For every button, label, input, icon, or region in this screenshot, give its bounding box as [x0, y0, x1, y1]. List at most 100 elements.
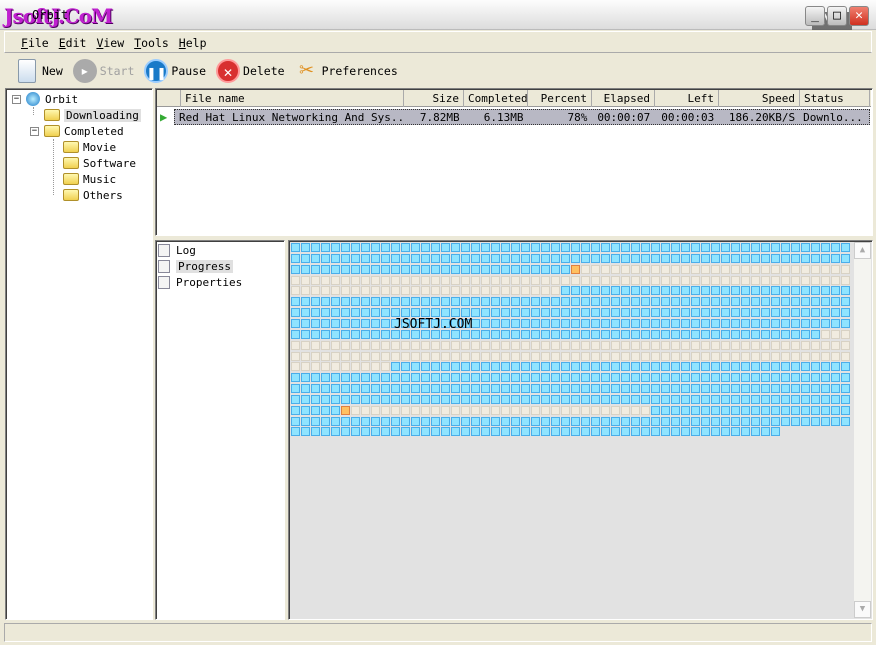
col-left[interactable]: Left: [655, 90, 719, 107]
segment-downloaded: [731, 373, 740, 383]
menu-edit[interactable]: Edit: [57, 32, 95, 52]
segment-downloaded: [421, 297, 430, 307]
tree-item-movie[interactable]: Movie: [63, 139, 116, 155]
col-percent[interactable]: Percent: [528, 90, 592, 107]
segment-pending: [411, 286, 420, 296]
segment-downloaded: [441, 297, 450, 307]
view-properties[interactable]: Properties: [158, 276, 242, 289]
start-button[interactable]: ▸ Start: [72, 59, 134, 83]
segment-downloaded: [441, 308, 450, 318]
segment-downloaded: [621, 394, 630, 404]
tree-item-orbit[interactable]: Orbit: [26, 91, 78, 107]
segment-downloaded: [291, 405, 300, 415]
segment-downloaded: [771, 427, 780, 437]
segment-downloaded: [691, 362, 700, 372]
close-button[interactable]: ✕: [849, 6, 869, 26]
view-log[interactable]: Log: [158, 244, 196, 257]
segment-downloaded: [771, 416, 780, 426]
segment-downloaded: [541, 394, 550, 404]
segment-downloaded: [351, 264, 360, 274]
segment-downloaded: [621, 384, 630, 394]
col-status[interactable]: Status: [800, 90, 870, 107]
segment-downloaded: [411, 427, 420, 437]
segment-downloaded: [561, 427, 570, 437]
new-button[interactable]: New: [18, 59, 63, 83]
log-icon: [158, 244, 170, 257]
segment-downloaded: [321, 253, 330, 263]
segment-downloaded: [291, 373, 300, 383]
segment-downloaded: [481, 308, 490, 318]
segment-downloaded: [401, 394, 410, 404]
delete-button[interactable]: ✕ Delete: [216, 59, 285, 83]
scroll-down-button[interactable]: ▼: [854, 601, 871, 618]
segment-downloaded: [731, 384, 740, 394]
collapse-toggle[interactable]: −: [12, 95, 21, 104]
segment-downloaded: [751, 318, 760, 328]
vertical-scrollbar[interactable]: ▲ ▼: [854, 242, 871, 618]
scroll-up-button[interactable]: ▲: [854, 242, 871, 259]
segment-pending: [611, 340, 620, 350]
menu-file[interactable]: File: [19, 32, 57, 52]
segment-pending: [331, 340, 340, 350]
col-size[interactable]: Size: [404, 90, 464, 107]
segment-downloaded: [751, 405, 760, 415]
segment-pending: [551, 286, 560, 296]
segment-downloaded: [461, 243, 470, 252]
segment-pending: [371, 286, 380, 296]
menu-help[interactable]: Help: [177, 32, 215, 52]
segment-downloaded: [421, 384, 430, 394]
col-completed[interactable]: Completed: [464, 90, 528, 107]
segment-downloaded: [801, 405, 810, 415]
tree-item-completed[interactable]: Completed: [44, 123, 124, 139]
segment-downloaded: [631, 427, 640, 437]
segment-downloaded: [461, 384, 470, 394]
segment-downloaded: [321, 329, 330, 339]
menu-tools[interactable]: Tools: [132, 32, 177, 52]
segment-pending: [331, 275, 340, 285]
menu-view[interactable]: View: [94, 32, 132, 52]
col-file-name[interactable]: File name: [181, 90, 404, 107]
view-progress[interactable]: Progress: [158, 260, 233, 273]
segment-downloaded: [701, 405, 710, 415]
segment-downloaded: [831, 286, 840, 296]
segment-downloaded: [351, 253, 360, 263]
collapse-toggle[interactable]: −: [30, 127, 39, 136]
segment-downloaded: [841, 362, 850, 372]
segment-downloaded: [491, 329, 500, 339]
segment-pending: [641, 264, 650, 274]
maximize-button[interactable]: □: [827, 6, 847, 26]
segment-downloaded: [741, 373, 750, 383]
tree-item-music[interactable]: Music: [63, 171, 116, 187]
segment-downloaded: [501, 264, 510, 274]
tree-item-software[interactable]: Software: [63, 155, 136, 171]
segment-downloaded: [631, 362, 640, 372]
segment-pending: [621, 340, 630, 350]
segment-downloaded: [821, 308, 830, 318]
tree-item-others[interactable]: Others: [63, 187, 123, 203]
segment-downloaded: [481, 318, 490, 328]
segment-downloaded: [541, 384, 550, 394]
segment-pending: [481, 286, 490, 296]
segment-pending: [731, 275, 740, 285]
segment-downloaded: [691, 318, 700, 328]
segment-pending: [431, 405, 440, 415]
segment-pending: [831, 351, 840, 361]
col-speed[interactable]: Speed: [719, 90, 800, 107]
table-row[interactable]: Red Hat Linux Networking And Sys... 7.82…: [174, 109, 870, 125]
preferences-button[interactable]: ✂ Preferences: [295, 59, 398, 83]
segment-pending: [451, 405, 460, 415]
tree-item-downloading[interactable]: Downloading: [44, 107, 141, 123]
segment-downloaded: [741, 297, 750, 307]
segment-downloaded: [641, 297, 650, 307]
segment-downloaded: [391, 308, 400, 318]
minimize-button[interactable]: _: [805, 6, 825, 26]
segment-downloaded: [611, 297, 620, 307]
segment-pending: [561, 275, 570, 285]
segment-pending: [841, 275, 850, 285]
segment-downloaded: [681, 362, 690, 372]
segment-downloaded: [721, 253, 730, 263]
segment-downloaded: [661, 384, 670, 394]
segment-downloaded: [551, 329, 560, 339]
col-elapsed[interactable]: Elapsed: [592, 90, 655, 107]
pause-button[interactable]: ❚❚ Pause: [144, 59, 206, 83]
